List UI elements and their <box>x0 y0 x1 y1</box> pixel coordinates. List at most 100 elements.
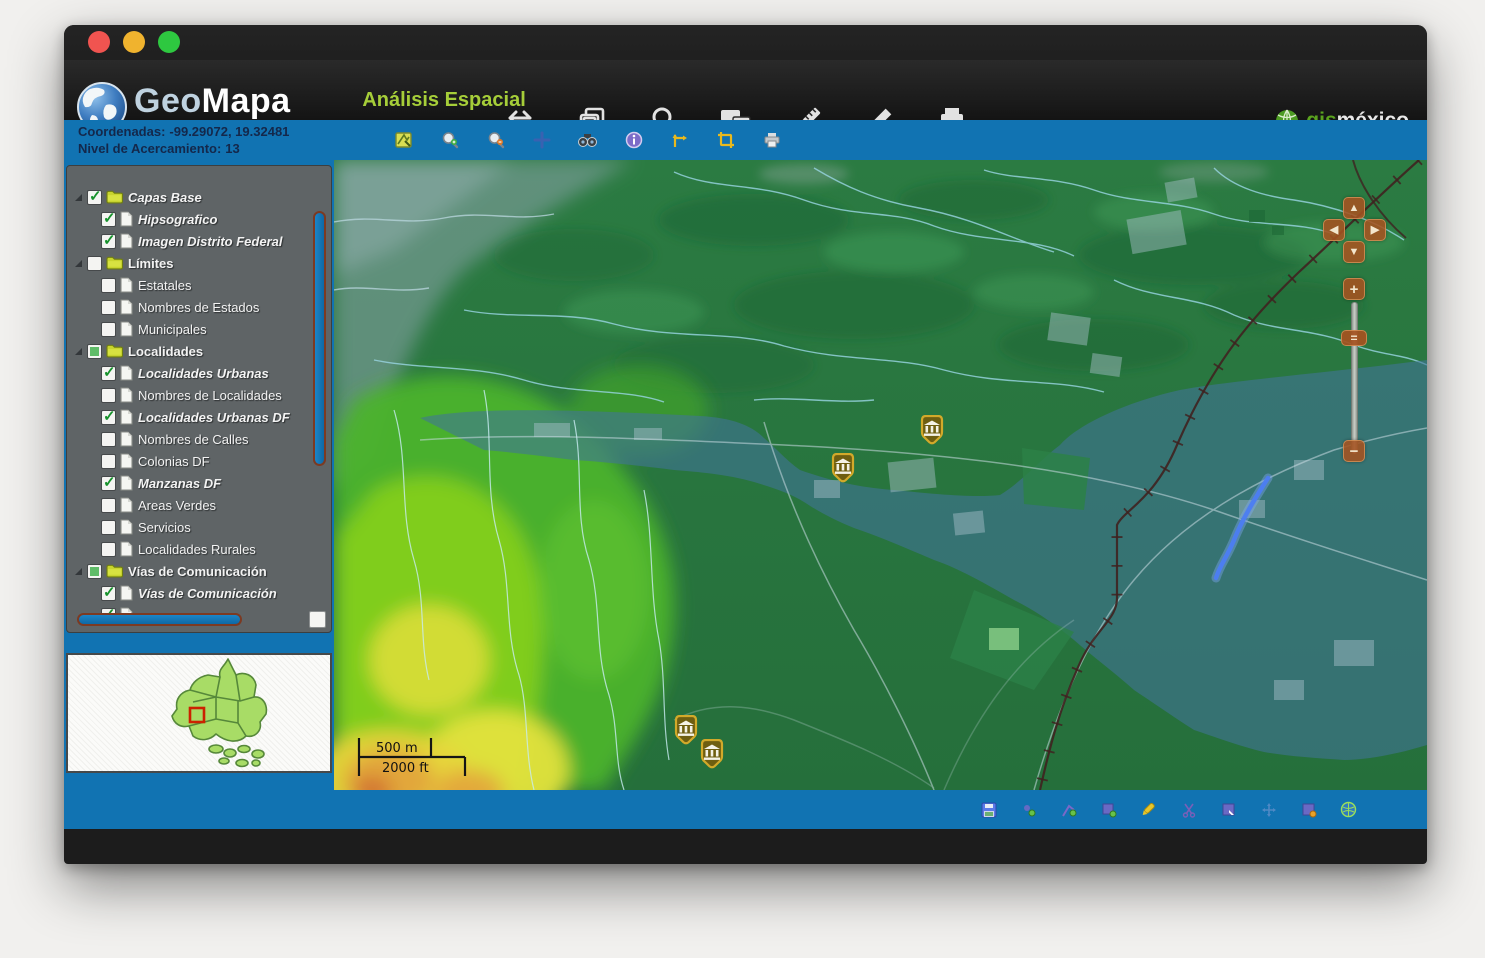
status-bar: Coordenadas:-99.29072, 19.32481 Nivel de… <box>64 120 1427 160</box>
layer-label: Capas Base <box>128 190 202 205</box>
file-icon <box>120 475 133 491</box>
extent-axis-icon[interactable] <box>670 131 689 150</box>
pan-down-button[interactable]: ▼ <box>1343 241 1365 263</box>
zoom-button[interactable] <box>158 31 180 53</box>
layer-checkbox[interactable] <box>101 300 116 315</box>
expand-toggle-icon[interactable] <box>75 568 82 575</box>
zoom-in-icon[interactable] <box>440 131 459 150</box>
layer-checkbox[interactable] <box>87 564 102 579</box>
poi-marker[interactable] <box>676 716 696 743</box>
layer-checkbox[interactable] <box>101 542 116 557</box>
layer-tree-row[interactable]: ✓ Vías de Comunicación <box>67 582 307 604</box>
file-icon <box>120 541 133 557</box>
layer-label: Hipsografico <box>138 212 217 227</box>
save-icon[interactable] <box>980 801 997 818</box>
pan-left-button[interactable]: ◀ <box>1323 219 1345 241</box>
pan-up-button[interactable]: ▲ <box>1343 197 1365 219</box>
horizontal-scrollbar[interactable] <box>77 613 242 626</box>
layer-checkbox[interactable] <box>101 498 116 513</box>
layer-tree-row[interactable]: Vías de Comunicación <box>67 560 307 582</box>
layer-checkbox[interactable]: ✓ <box>101 212 116 227</box>
close-button[interactable] <box>88 31 110 53</box>
layer-checkbox[interactable]: ✓ <box>101 234 116 249</box>
buffer-icon[interactable] <box>1300 801 1317 818</box>
layer-label: Servicios <box>138 520 191 535</box>
zoom-level-value: 13 <box>225 141 239 156</box>
layer-checkbox[interactable] <box>101 454 116 469</box>
draw-polygon-icon[interactable] <box>1100 801 1117 818</box>
folder-icon <box>106 190 123 204</box>
layer-label: Vías de Comunicación <box>138 586 277 601</box>
map-canvas[interactable]: ▲ ◀ ▶ ▼ + = − 500 m 2000 ft <box>334 160 1427 790</box>
layer-tree-row[interactable]: ✓Localidades Urbanas DF <box>67 406 307 428</box>
file-icon <box>120 321 133 337</box>
draw-point-icon[interactable] <box>1020 801 1037 818</box>
layer-tree-row[interactable]: Nombres de Localidades <box>67 384 307 406</box>
layer-tree-row[interactable]: ✓ Capas Base <box>67 186 307 208</box>
layer-checkbox[interactable]: ✓ <box>101 410 116 425</box>
print-icon[interactable] <box>762 131 781 150</box>
file-icon <box>120 365 133 381</box>
zoom-in-button[interactable]: + <box>1343 278 1365 300</box>
cut-icon[interactable] <box>1180 801 1197 818</box>
expand-toggle-icon[interactable] <box>75 260 82 267</box>
folder-icon <box>106 256 123 270</box>
layer-checkbox[interactable]: ✓ <box>101 476 116 491</box>
layer-checkbox[interactable] <box>101 278 116 293</box>
info-icon[interactable] <box>624 131 643 150</box>
binoculars-icon[interactable] <box>578 131 597 150</box>
layer-tree-row[interactable]: Nombres de Calles <box>67 428 307 450</box>
pan-right-button[interactable]: ▶ <box>1364 219 1386 241</box>
sidebar: ✓ Capas Base ✓ Hipsografico ✓Imagen Distrito… <box>64 160 334 790</box>
file-icon <box>120 387 133 403</box>
layer-label: Nombres de Calles <box>138 432 249 447</box>
expand-toggle-icon[interactable] <box>75 194 82 201</box>
layer-tree-row[interactable]: Colonias DF <box>67 450 307 472</box>
move-icon[interactable] <box>1260 801 1277 818</box>
layer-tree-row[interactable]: Localidades <box>67 340 307 362</box>
overview-map[interactable] <box>66 653 332 773</box>
poi-marker[interactable] <box>702 740 722 767</box>
poi-marker[interactable] <box>922 416 942 443</box>
layer-checkbox[interactable]: ✓ <box>101 586 116 601</box>
poi-marker[interactable] <box>833 454 853 481</box>
layer-tree-row[interactable]: ✓ Hipsografico <box>67 208 307 230</box>
layer-tree-row[interactable]: Localidades Rurales <box>67 538 307 560</box>
file-icon <box>120 299 133 315</box>
layer-checkbox[interactable]: ✓ <box>101 366 116 381</box>
app-header: GeoMapa Sistema Geográfico Análisis Espa… <box>64 60 1427 120</box>
vertical-scrollbar[interactable] <box>313 211 326 466</box>
layer-tree-row[interactable]: ✓Localidades Urbanas <box>67 362 307 384</box>
file-icon <box>120 211 133 227</box>
layer-checkbox[interactable] <box>101 520 116 535</box>
zoom-slider-handle[interactable]: = <box>1341 330 1367 346</box>
expand-toggle-icon[interactable] <box>75 348 82 355</box>
layer-checkbox[interactable] <box>101 432 116 447</box>
layer-tree-row[interactable]: Límites <box>67 252 307 274</box>
layer-tree-row[interactable]: Nombres de Estados <box>67 296 307 318</box>
layer-tree-row[interactable]: ✓Imagen Distrito Federal <box>67 230 307 252</box>
layer-tree-row[interactable]: Servicios <box>67 516 307 538</box>
zoom-slider-track[interactable] <box>1351 302 1358 454</box>
map-export-icon[interactable] <box>394 131 413 150</box>
layer-tree-row[interactable]: Estatales <box>67 274 307 296</box>
pan-cross-icon[interactable] <box>532 131 551 150</box>
layer-tree-row[interactable]: Municipales <box>67 318 307 340</box>
layer-tree-row[interactable]: ✓Manzanas DF <box>67 472 307 494</box>
layer-checkbox[interactable]: ✓ <box>87 190 102 205</box>
zoom-out-button[interactable]: − <box>1343 440 1365 462</box>
layer-checkbox[interactable] <box>87 256 102 271</box>
layer-checkbox[interactable] <box>87 344 102 359</box>
select-area-icon[interactable] <box>1220 801 1237 818</box>
zoom-out-icon[interactable] <box>486 131 505 150</box>
layer-tree-row[interactable]: Areas Verdes <box>67 494 307 516</box>
marker-pen-icon[interactable] <box>1140 801 1157 818</box>
globe-icon[interactable] <box>1340 801 1357 818</box>
minimize-button[interactable] <box>123 31 145 53</box>
draw-line-icon[interactable] <box>1060 801 1077 818</box>
layer-tree: ✓ Capas Base ✓ Hipsografico ✓Imagen Distrito… <box>67 186 307 626</box>
crop-icon[interactable] <box>716 131 735 150</box>
coordinates-readout: Coordenadas:-99.29072, 19.32481 <box>78 123 289 140</box>
layer-checkbox[interactable] <box>101 322 116 337</box>
layer-checkbox[interactable] <box>101 388 116 403</box>
